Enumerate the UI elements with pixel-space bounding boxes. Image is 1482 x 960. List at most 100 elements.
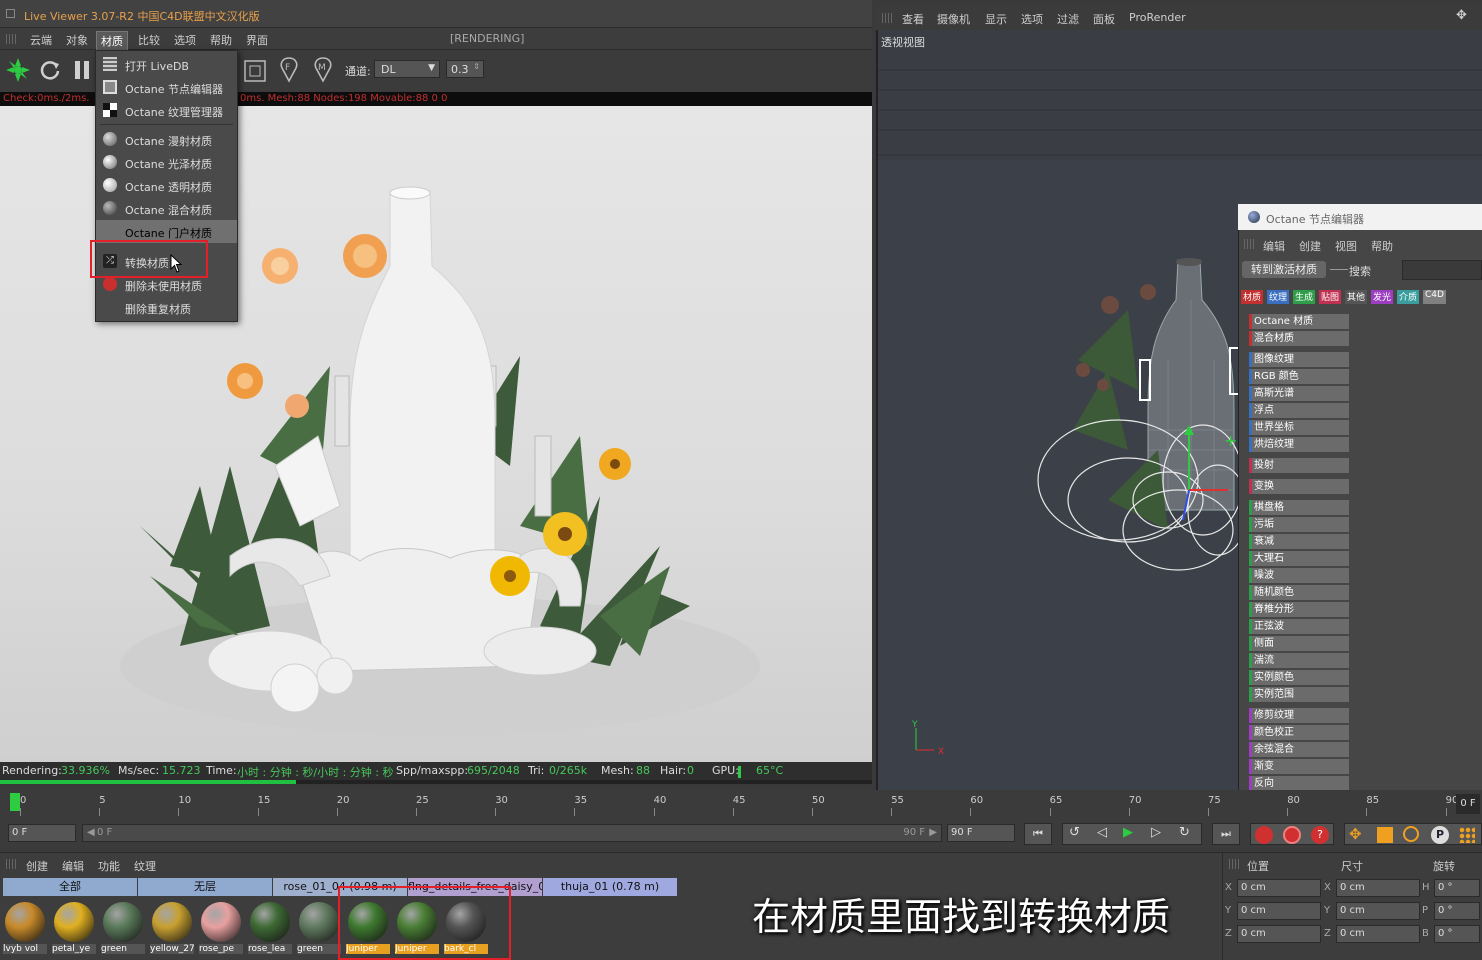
step-back-icon[interactable]: ◁	[1097, 825, 1107, 840]
step-forward-icon[interactable]: ▷	[1151, 825, 1161, 840]
tab-thuja[interactable]: thuja_01 (0.78 m)	[543, 878, 677, 896]
ne-menu-edit[interactable]: 编辑	[1263, 238, 1285, 254]
node-item[interactable]: 正弦波	[1249, 619, 1349, 634]
cat-map[interactable]: 贴图	[1319, 290, 1342, 304]
menu-options[interactable]: 选项	[170, 31, 200, 49]
node-item[interactable]: 大理石	[1249, 551, 1349, 566]
loop-icon[interactable]: ↻	[1179, 825, 1190, 840]
focus-pick-icon[interactable]: F	[278, 56, 300, 84]
vp-menu-filter[interactable]: 过滤	[1057, 11, 1079, 27]
position-field[interactable]: 0 cm	[1237, 879, 1321, 897]
cat-medium[interactable]: 介质	[1397, 290, 1420, 304]
menu-object[interactable]: 对象	[62, 31, 92, 49]
menu-compare[interactable]: 比较	[134, 31, 164, 49]
material-swatch[interactable]: yellow_27	[150, 900, 194, 956]
node-item[interactable]: 侧面	[1249, 636, 1349, 651]
node-item[interactable]: 图像纹理	[1249, 352, 1349, 367]
cat-other[interactable]: 其他	[1345, 290, 1368, 304]
material-swatch[interactable]: rose_pe	[199, 900, 243, 956]
vp-menu-camera[interactable]: 摄像机	[937, 11, 970, 27]
goto-end-icon[interactable]: ⏭	[1212, 823, 1240, 845]
move-key-icon[interactable]: ✥	[1349, 825, 1362, 843]
menu-item-node-editor[interactable]: Octane 节点编辑器	[96, 76, 237, 99]
position-field[interactable]: 0 cm	[1237, 902, 1321, 920]
rotation-field[interactable]: 0 °	[1434, 879, 1480, 897]
material-swatch[interactable]: green	[101, 900, 145, 956]
size-field[interactable]: 0 cm	[1336, 925, 1420, 943]
node-item[interactable]: 实例范围	[1249, 687, 1349, 702]
octane-logo-icon[interactable]	[4, 56, 32, 84]
mm-menu-edit[interactable]: 编辑	[62, 858, 84, 874]
node-item[interactable]: Octane 材质	[1249, 314, 1349, 329]
material-pick-icon[interactable]: M	[312, 56, 334, 84]
size-field[interactable]: 0 cm	[1336, 902, 1420, 920]
menu-item-diffuse[interactable]: Octane 漫射材质	[96, 128, 237, 151]
cat-material[interactable]: 材质	[1241, 290, 1264, 304]
ne-menu-create[interactable]: 创建	[1299, 238, 1321, 254]
node-item[interactable]: 污垢	[1249, 517, 1349, 532]
playhead[interactable]	[10, 793, 20, 811]
node-item[interactable]: 修剪纹理	[1249, 708, 1349, 723]
rotation-field[interactable]: 0 °	[1434, 925, 1480, 943]
pause-icon[interactable]	[72, 58, 94, 82]
size-field[interactable]: 0 cm	[1336, 879, 1420, 897]
node-item[interactable]: 高斯光谱	[1249, 386, 1349, 401]
menu-item-mix[interactable]: Octane 混合材质	[96, 197, 237, 220]
pla-key-icon[interactable]	[1459, 827, 1475, 843]
position-field[interactable]: 0 cm	[1237, 925, 1321, 943]
node-item[interactable]: 变换	[1249, 479, 1349, 494]
node-item[interactable]: 渐变	[1249, 759, 1349, 774]
ne-menu-help[interactable]: 帮助	[1371, 238, 1393, 254]
node-item[interactable]: 反向	[1249, 776, 1349, 791]
node-item[interactable]: 脊椎分形	[1249, 602, 1349, 617]
start-frame-field[interactable]: 0 F	[8, 824, 76, 842]
vp-menu-display[interactable]: 显示	[985, 11, 1007, 27]
material-swatch[interactable]: lvyb vol	[3, 900, 47, 956]
goto-active-material-button[interactable]: 转到激活材质	[1242, 261, 1326, 278]
mm-menu-texture[interactable]: 纹理	[134, 858, 156, 874]
node-item[interactable]: 湍流	[1249, 653, 1349, 668]
node-item[interactable]: 投射	[1249, 458, 1349, 473]
menu-interface[interactable]: 界面	[242, 31, 272, 49]
node-item[interactable]: 浮点	[1249, 403, 1349, 418]
menu-material[interactable]: 材质	[96, 31, 128, 51]
menu-item-open-livedb[interactable]: 打开 LiveDB	[96, 53, 237, 76]
node-item[interactable]: 衰减	[1249, 534, 1349, 549]
move-view-icon[interactable]: ✥	[1456, 8, 1467, 23]
goto-start-icon[interactable]: ⏮	[1024, 823, 1052, 845]
param-key-icon[interactable]: P	[1431, 826, 1449, 844]
cat-c4d[interactable]: C4D	[1423, 290, 1446, 304]
node-item[interactable]: 颜色校正	[1249, 725, 1349, 740]
rotate-key-icon[interactable]	[1403, 826, 1419, 842]
menu-cloud[interactable]: 云端	[26, 31, 56, 49]
menu-item-glossy[interactable]: Octane 光泽材质	[96, 151, 237, 174]
timeline[interactable]: 0 5 10 15 20 25 30 35 40 45 50 55 60 65 70 75 80 85 90 0 F	[0, 790, 1482, 822]
node-item[interactable]: 混合材质	[1249, 331, 1349, 346]
region-render-icon[interactable]	[242, 58, 268, 84]
node-item[interactable]: 随机颜色	[1249, 585, 1349, 600]
cat-generator[interactable]: 生成	[1293, 290, 1316, 304]
material-swatch[interactable]: petal_ye	[52, 900, 96, 956]
search-input[interactable]	[1402, 260, 1482, 280]
channel-select[interactable]: DL ▼	[374, 60, 440, 78]
play-icon[interactable]: ▶	[1123, 825, 1133, 840]
rotation-field[interactable]: 0 °	[1434, 902, 1480, 920]
scale-key-icon[interactable]	[1377, 827, 1393, 843]
node-item[interactable]: 实例颜色	[1249, 670, 1349, 685]
auto-key-icon[interactable]	[1283, 826, 1301, 844]
range-slider[interactable]: ◀ 0 F 90 F ▶	[82, 824, 942, 842]
end-frame-field[interactable]: 90 F	[947, 824, 1015, 842]
material-swatch[interactable]: rose_lea	[248, 900, 292, 956]
node-item[interactable]: 世界坐标	[1249, 420, 1349, 435]
ne-menu-view[interactable]: 视图	[1335, 238, 1357, 254]
vp-menu-view[interactable]: 查看	[902, 11, 924, 27]
node-item[interactable]: RGB 颜色	[1249, 369, 1349, 384]
cat-emission[interactable]: 发光	[1371, 290, 1394, 304]
loop-back-icon[interactable]: ↺	[1069, 825, 1080, 840]
node-item[interactable]: 噪波	[1249, 568, 1349, 583]
node-item[interactable]: 烘焙纹理	[1249, 437, 1349, 452]
vp-menu-options[interactable]: 选项	[1021, 11, 1043, 27]
vp-menu-prorender[interactable]: ProRender	[1129, 11, 1186, 24]
mm-menu-function[interactable]: 功能	[98, 858, 120, 874]
menu-help[interactable]: 帮助	[206, 31, 236, 49]
